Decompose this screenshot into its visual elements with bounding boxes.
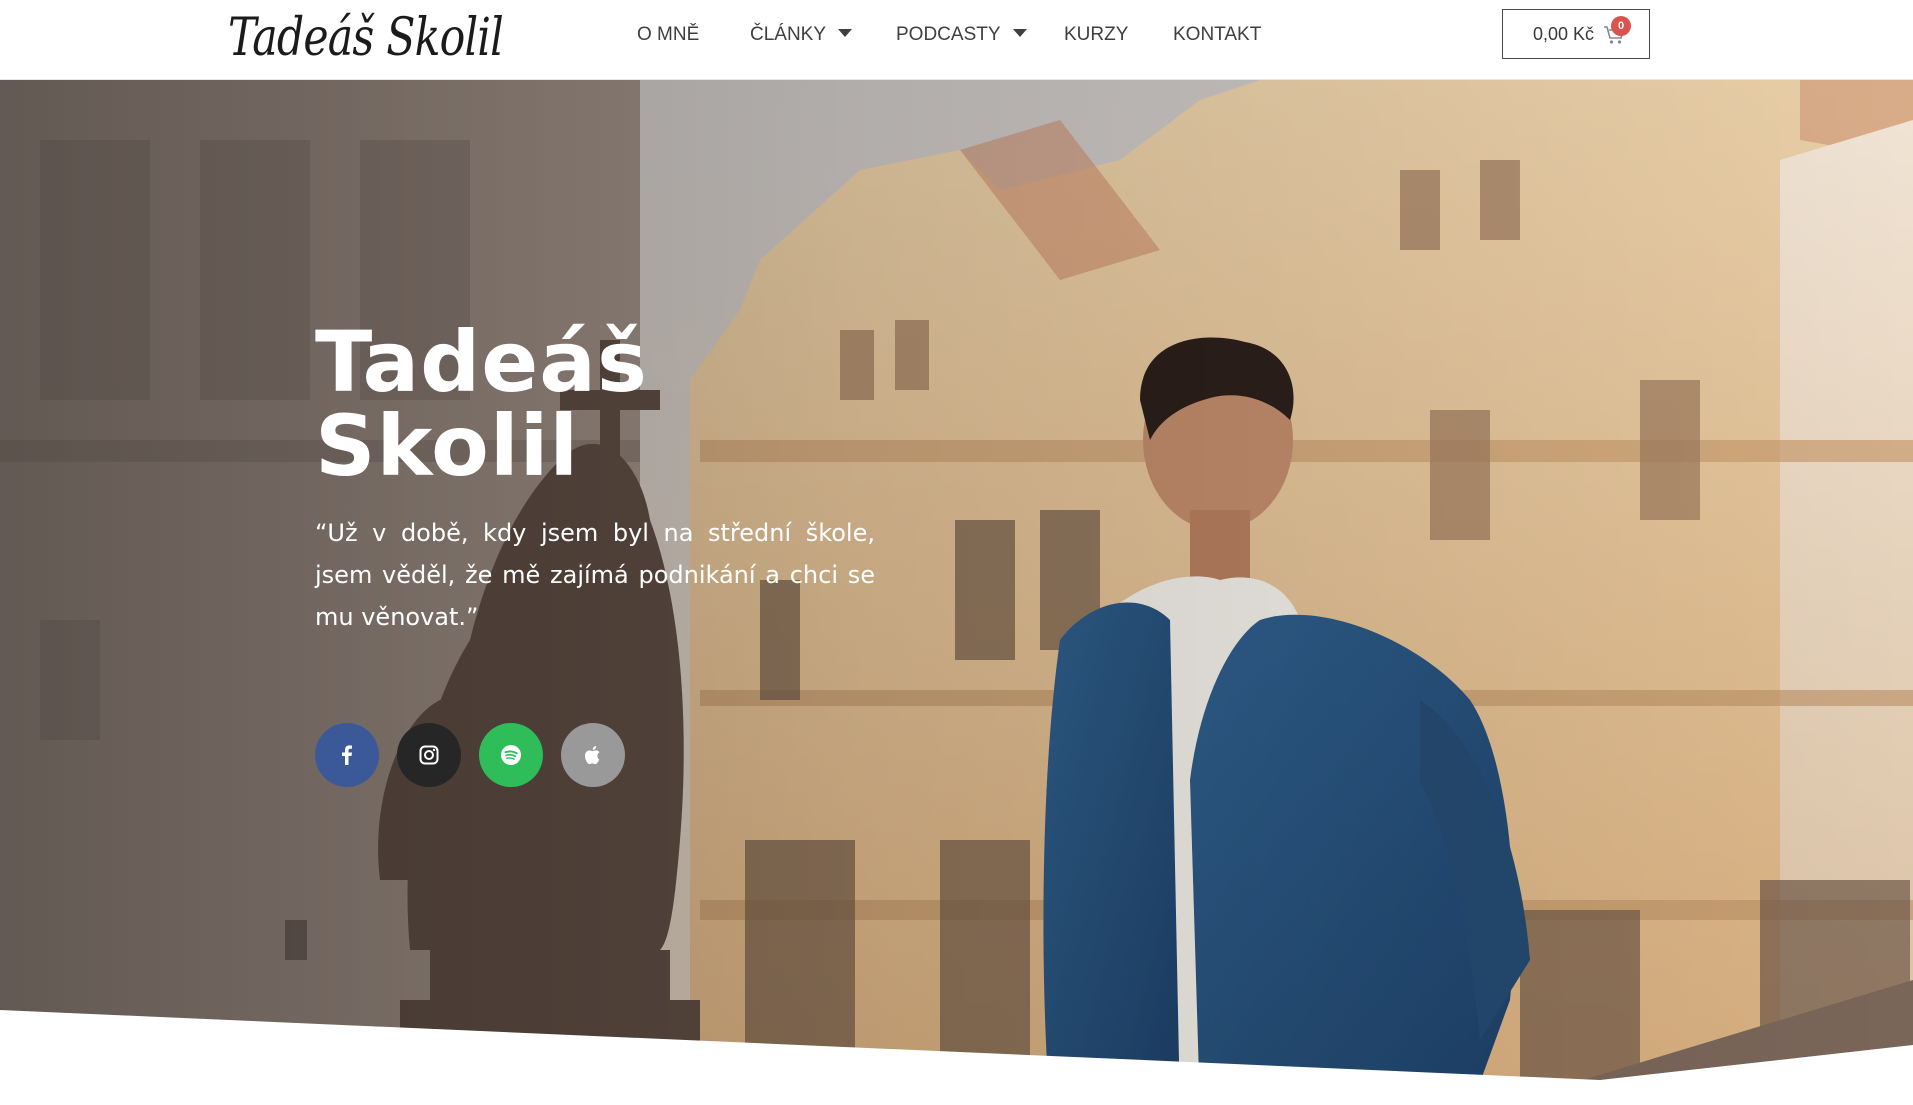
nav-item-label: Kurzy — [1064, 24, 1129, 45]
hero-title-line-2: Skolil — [315, 397, 580, 495]
instagram-button[interactable] — [397, 723, 461, 787]
site-header: Tadeáš Skolil O mně Články Podcasty Kurz… — [0, 0, 1913, 80]
spotify-button[interactable] — [479, 723, 543, 787]
hero-title: Tadeáš Skolil — [315, 320, 875, 488]
nav-item-o-mne[interactable]: O mně — [637, 0, 699, 70]
nav-item-label: Články — [750, 24, 827, 45]
cart-button[interactable]: 0,00 Kč 0 — [1502, 9, 1650, 59]
nav-item-podcasty[interactable]: Podcasty — [896, 0, 1027, 70]
chevron-down-icon — [838, 28, 853, 37]
apple-podcasts-button[interactable] — [561, 723, 625, 787]
nav-item-label: Kontakt — [1173, 24, 1262, 45]
instagram-icon — [419, 745, 439, 765]
nav-item-label: O mně — [637, 24, 700, 45]
hero-section: Tadeáš Skolil “Už v době, kdy jsem byl n… — [0, 80, 1913, 1105]
nav-item-clanky[interactable]: Články — [750, 0, 853, 70]
nav-item-kurzy[interactable]: Kurzy — [1064, 0, 1128, 70]
chevron-down-icon — [1012, 28, 1027, 37]
nav-item-label: Podcasty — [896, 24, 1001, 45]
hero-title-line-1: Tadeáš — [315, 313, 648, 411]
facebook-button[interactable] — [315, 723, 379, 787]
spotify-icon — [501, 745, 521, 765]
hero-quote: “Už v době, kdy jsem byl na střední škol… — [315, 519, 875, 631]
cart-total: 0,00 Kč — [1533, 24, 1595, 44]
facebook-icon — [342, 745, 352, 765]
nav-item-kontakt[interactable]: Kontakt — [1173, 0, 1261, 70]
hero-bottom-divider — [0, 1010, 1913, 1105]
cart-count-badge: 0 — [1611, 16, 1631, 36]
apple-icon — [584, 746, 600, 765]
